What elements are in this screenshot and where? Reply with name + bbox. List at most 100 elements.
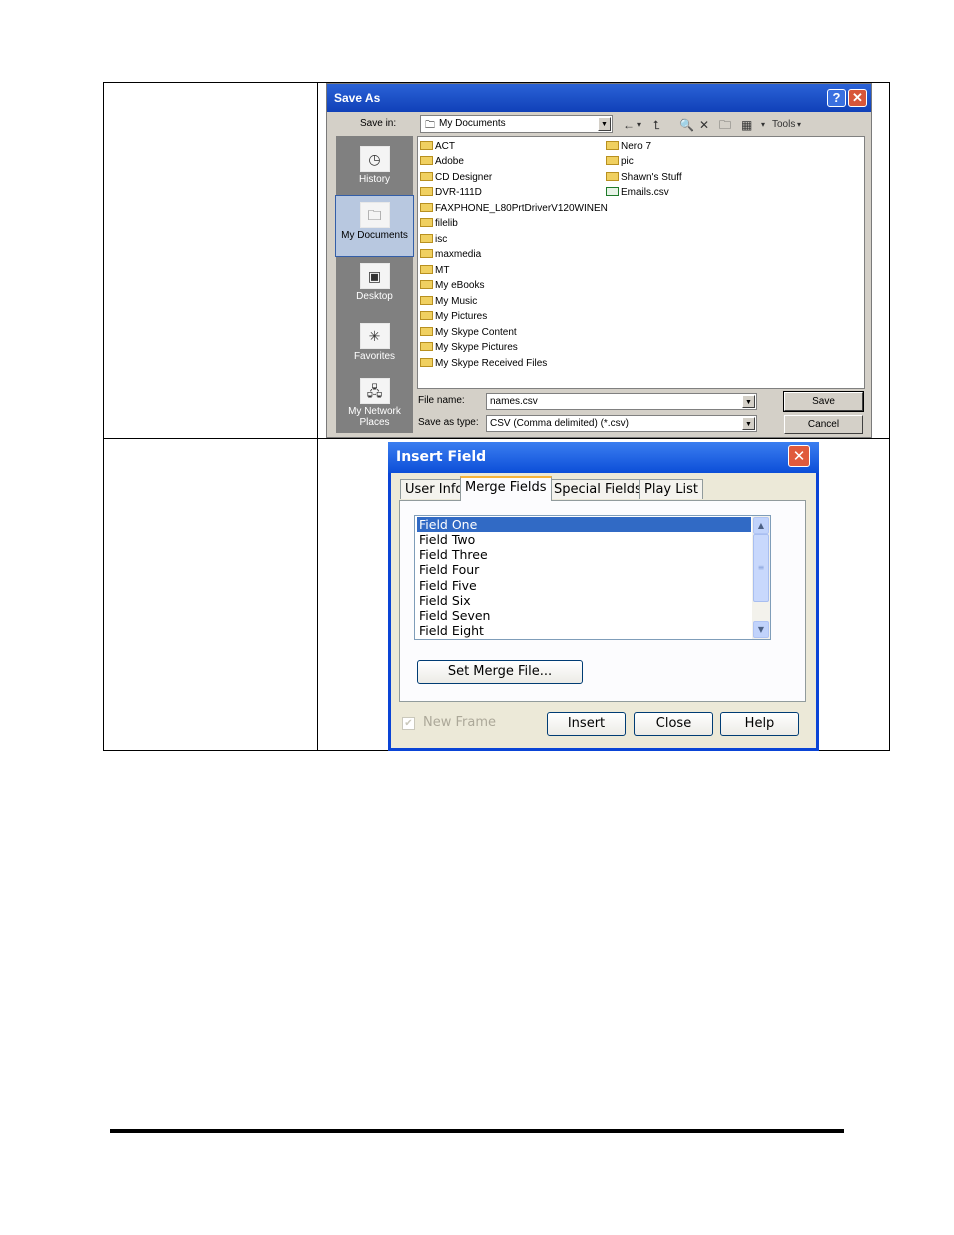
help-button[interactable]: Help xyxy=(720,712,799,736)
close-button[interactable]: ✕ xyxy=(848,89,867,107)
folder-icon xyxy=(420,234,433,243)
list-item[interactable]: My Skype Pictures xyxy=(420,340,518,355)
table-row-divider xyxy=(103,438,890,439)
views-icon[interactable]: ▦ xyxy=(741,117,752,133)
close-button[interactable]: ✕ xyxy=(788,445,810,467)
list-item[interactable]: My Skype Received Files xyxy=(420,356,547,371)
list-item[interactable]: maxmedia xyxy=(420,247,481,262)
place-label: History xyxy=(358,174,391,185)
place-my-network-places[interactable]: 🖧 My Network Places xyxy=(336,372,413,432)
list-item[interactable]: Field Three xyxy=(417,547,751,562)
insert-field-title: Insert Field xyxy=(396,449,487,465)
folder-icon xyxy=(420,342,433,351)
place-desktop[interactable]: ▣ Desktop xyxy=(336,257,413,317)
list-item[interactable]: ACT xyxy=(420,139,455,154)
new-frame-checkbox[interactable]: ✔ xyxy=(402,717,415,730)
delete-icon[interactable]: ✕ xyxy=(699,117,709,133)
list-item[interactable]: Adobe xyxy=(420,154,464,169)
list-item[interactable]: CD Designer xyxy=(420,170,492,185)
file-list[interactable]: ACT Adobe CD Designer DVR-111D FAXPHONE_… xyxy=(417,136,865,389)
table-column-divider xyxy=(317,82,318,751)
cancel-button[interactable]: Cancel xyxy=(784,415,863,434)
file-name-value: names.csv xyxy=(490,396,538,407)
close-dialog-button[interactable]: Close xyxy=(634,712,713,736)
save-button[interactable]: Save xyxy=(783,391,864,412)
desktop-icon: ▣ xyxy=(359,263,390,289)
list-item[interactable]: filelib xyxy=(420,216,458,231)
my-documents-icon: 🗀 xyxy=(359,202,390,228)
list-item[interactable]: Field Eight xyxy=(417,623,751,638)
field-list[interactable]: Field One Field Two Field Three Field Fo… xyxy=(414,515,771,640)
list-item[interactable]: Field Four xyxy=(417,562,751,577)
place-label: Desktop xyxy=(356,291,393,302)
list-item[interactable]: isc xyxy=(420,232,447,247)
tools-menu[interactable]: Tools xyxy=(772,117,795,133)
folder-icon xyxy=(420,358,433,367)
list-item[interactable]: My Skype Content xyxy=(420,325,517,340)
help-button[interactable]: ? xyxy=(827,89,846,107)
list-item[interactable]: pic xyxy=(606,154,634,169)
merge-fields-panel: Field One Field Two Field Three Field Fo… xyxy=(399,500,806,702)
folder-icon xyxy=(420,156,433,165)
tab-play-list[interactable]: Play List xyxy=(639,479,703,499)
list-scrollbar[interactable]: ▲ ≡ ▼ xyxy=(752,516,770,639)
folder-icon xyxy=(420,172,433,181)
list-item[interactable]: Field Seven xyxy=(417,608,751,623)
save-in-value: My Documents xyxy=(439,118,506,129)
folder-icon xyxy=(420,141,433,150)
save-as-titlebar: Save As ? ✕ xyxy=(327,84,871,112)
scrollbar-thumb[interactable]: ≡ xyxy=(753,534,769,602)
save-as-title: Save As xyxy=(334,91,381,105)
list-item[interactable]: Field Six xyxy=(417,593,751,608)
search-web-icon[interactable]: 🔍 xyxy=(679,117,694,133)
new-folder-icon[interactable]: 🗀 xyxy=(719,117,731,133)
list-item[interactable]: Field Two xyxy=(417,532,751,547)
save-in-combo[interactable]: 🗀 My Documents ▼ xyxy=(420,115,613,133)
folder-icon xyxy=(420,327,433,336)
place-history[interactable]: ◷ History xyxy=(336,140,413,200)
chevron-down-icon[interactable]: ▼ xyxy=(742,417,755,430)
chevron-up-icon[interactable]: ▲ xyxy=(753,517,769,534)
save-in-label: Save in: xyxy=(360,118,397,129)
list-item[interactable]: Field Five xyxy=(417,578,751,593)
list-item[interactable]: Emails.csv xyxy=(606,185,669,200)
tab-merge-fields[interactable]: Merge Fields xyxy=(460,476,552,501)
file-name-input[interactable]: names.csv ▼ xyxy=(486,393,757,410)
chevron-down-icon[interactable]: ▼ xyxy=(742,395,755,408)
list-item[interactable]: FAXPHONE_L80PrtDriverV120WINEN xyxy=(420,201,608,216)
tab-special-fields[interactable]: Special Fields xyxy=(549,479,647,499)
history-icon: ◷ xyxy=(359,146,390,172)
places-bar: ◷ History 🗀 My Documents ▣ Desktop ✳ Fav… xyxy=(335,136,414,433)
place-label: Favorites xyxy=(353,351,396,362)
folder-icon xyxy=(606,156,619,165)
back-arrow-icon[interactable]: ← xyxy=(623,117,635,133)
list-item[interactable]: Nero 7 xyxy=(606,139,651,154)
chevron-down-icon[interactable]: ▼ xyxy=(753,621,769,638)
chevron-down-icon[interactable]: ▾ xyxy=(637,117,641,133)
folder-icon xyxy=(606,172,619,181)
tab-user-info[interactable]: User Info xyxy=(400,479,469,499)
set-merge-file-button[interactable]: Set Merge File... xyxy=(417,660,583,684)
folder-icon xyxy=(420,280,433,289)
folder-icon: 🗀 xyxy=(425,120,435,131)
list-item[interactable]: My Music xyxy=(420,294,477,309)
chevron-down-icon[interactable]: ▾ xyxy=(797,117,801,133)
place-my-documents[interactable]: 🗀 My Documents xyxy=(335,195,414,257)
footer-rule xyxy=(110,1129,844,1133)
place-favorites[interactable]: ✳ Favorites xyxy=(336,317,413,377)
chevron-down-icon[interactable]: ▼ xyxy=(598,117,611,131)
save-as-type-select[interactable]: CSV (Comma delimited) (*.csv) ▼ xyxy=(486,415,757,432)
folder-icon xyxy=(420,249,433,258)
save-as-type-label: Save as type: xyxy=(418,417,479,428)
insert-button[interactable]: Insert xyxy=(547,712,626,736)
chevron-down-icon[interactable]: ▾ xyxy=(761,117,765,133)
list-item[interactable]: DVR-111D xyxy=(420,185,482,200)
list-item[interactable]: My eBooks xyxy=(420,278,484,293)
list-item[interactable]: Field One xyxy=(417,517,751,532)
list-item[interactable]: My Pictures xyxy=(420,309,487,324)
list-item[interactable]: MT xyxy=(420,263,449,278)
list-item[interactable]: Shawn's Stuff xyxy=(606,170,682,185)
up-folder-icon[interactable]: ⮤ xyxy=(653,117,660,133)
folder-icon xyxy=(420,311,433,320)
file-name-label: File name: xyxy=(418,395,465,406)
